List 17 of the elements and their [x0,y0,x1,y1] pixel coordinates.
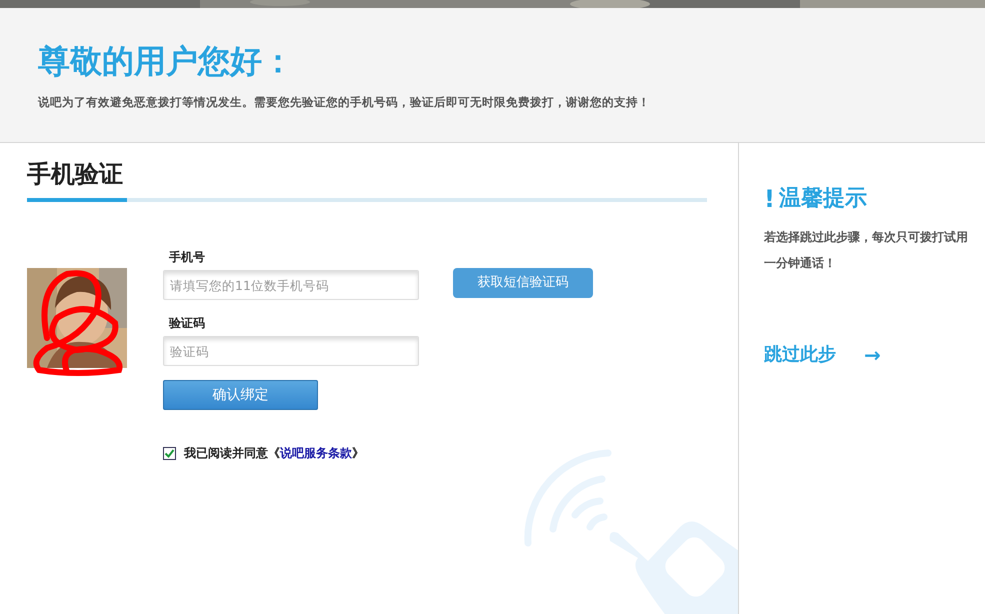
input-field[interactable]: 验证码 [163,336,419,366]
notice-text: 说吧为了有效避免恶意拨打等情况发生。需要您先验证您的手机号码，验证后即可无时限免费拨打，谢谢您的支持！ [38,94,651,112]
tips-text: 若选择跳过此步骤，每次只可拨打试用一分钟通话！ [764,228,969,272]
agree-checkbox[interactable] [163,446,176,460]
agreement-text: 我已阅读并同意《说吧服务条款》 [184,445,364,462]
field-label: 验证码 [169,315,206,332]
input-field[interactable]: 请填写您的11位数手机号码 [163,270,419,300]
exclamation-mark: ! [764,185,775,214]
skip-step-link[interactable]: 跳过此步 [764,341,836,368]
field-label: 手机号 [169,249,206,266]
tips-title: 温馨提示 [778,186,867,213]
terms-link[interactable]: 说吧服务条款 [280,446,352,460]
greeting-title: 尊敬的用户您好： [38,42,295,80]
get-sms-code-button[interactable]: 获取短信验证码 [453,268,593,298]
confirm-bind-button[interactable]: 确认绑定 [163,380,318,410]
section-heading: 手机验证 [27,159,124,190]
arrow-glyph: → [864,342,881,369]
